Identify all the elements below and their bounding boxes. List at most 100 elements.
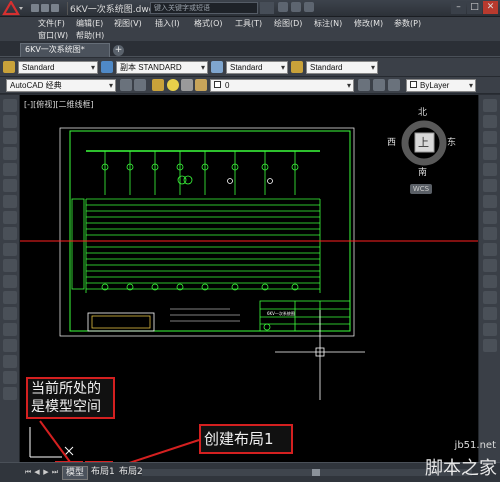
first-tab-arrow-icon[interactable]: ⏮ [24,468,32,477]
title-block-text: 6KV一次系统图 [267,310,295,316]
tab-layout1[interactable]: 布局1 [88,466,118,480]
modify-toolbar [478,95,500,462]
erase-icon[interactable] [483,99,497,112]
ellipse-arc-icon[interactable] [3,259,17,272]
menu-parametric[interactable]: 参数(P) [394,18,421,29]
next-tab-arrow-icon[interactable]: ▶ [42,468,50,477]
mtext-icon[interactable] [3,387,17,400]
arc-icon[interactable] [3,179,17,192]
extend-icon[interactable] [483,259,497,272]
signin-icon[interactable] [278,2,288,12]
open-file-icon[interactable] [41,4,49,12]
menu-insert[interactable]: 插入(I) [155,18,180,29]
rotate-icon[interactable] [483,195,497,208]
dim-style-select[interactable]: 副本 STANDARD [116,61,208,74]
gradient-icon[interactable] [3,339,17,352]
make-current-icon[interactable] [358,79,370,91]
autocad-logo-icon[interactable] [2,1,24,16]
rectangle-icon[interactable] [3,163,17,176]
menu-window[interactable]: 窗口(W) [38,30,68,41]
table-style-select[interactable]: Standard [226,61,288,74]
text-style-select[interactable]: Standard [18,61,98,74]
region-icon[interactable] [3,355,17,368]
construction-line-icon[interactable] [3,115,17,128]
table-style-icon[interactable] [211,61,223,73]
menu-help[interactable]: 帮助(H) [76,30,104,41]
stretch-icon[interactable] [483,227,497,240]
tab-current-drawing[interactable]: 6KV一次系统图* [20,43,110,57]
exchange-icon[interactable] [291,2,301,12]
circle-icon[interactable] [3,195,17,208]
prev-tab-arrow-icon[interactable]: ◀ [33,468,41,477]
menu-file[interactable]: 文件(F) [38,18,65,29]
mleader-style-select[interactable]: Standard [306,61,378,74]
spline-icon[interactable] [3,227,17,240]
viewcube-west[interactable]: 西 [387,135,396,148]
save-icon[interactable] [51,4,59,12]
break-icon[interactable] [483,275,497,288]
mirror-icon[interactable] [483,131,497,144]
line-icon[interactable] [3,99,17,112]
hatch-icon[interactable] [3,323,17,336]
scroll-thumb[interactable] [312,469,320,476]
new-tab-button[interactable]: + [113,45,124,56]
layer-properties-icon[interactable] [152,79,164,91]
lock-icon[interactable] [195,79,207,91]
viewcube-east[interactable]: 东 [447,135,456,148]
wcs-button[interactable]: WCS [410,184,432,194]
layer-select[interactable]: 0 [210,79,354,92]
trim-icon[interactable] [483,243,497,256]
join-icon[interactable] [483,291,497,304]
text-style-icon[interactable] [3,61,15,73]
help-icon[interactable] [304,2,314,12]
polyline-icon[interactable] [3,131,17,144]
chamfer-icon[interactable] [483,307,497,320]
point-icon[interactable] [3,307,17,320]
viewcube-south[interactable]: 南 [418,165,427,178]
search-icon[interactable] [260,2,274,14]
tab-model[interactable]: 模型 [62,466,89,480]
polygon-icon[interactable] [3,147,17,160]
menu-tools[interactable]: 工具(T) [235,18,262,29]
fillet-icon[interactable] [483,323,497,336]
make-block-icon[interactable] [3,291,17,304]
workspace-select[interactable]: AutoCAD 经典 [6,79,116,92]
viewcube-top[interactable]: 上 [418,134,429,150]
copy-icon[interactable] [483,115,497,128]
array-icon[interactable] [483,163,497,176]
ellipse-icon[interactable] [3,243,17,256]
close-button[interactable]: ✕ [483,1,498,14]
menu-format[interactable]: 格式(O) [194,18,223,29]
color-select[interactable]: ByLayer [406,79,476,92]
menu-view[interactable]: 视图(V) [114,18,142,29]
last-tab-arrow-icon[interactable]: ⏭ [51,468,59,477]
menu-dimension[interactable]: 标注(N) [314,18,342,29]
search-input[interactable]: 键入关键字或短语 [150,2,258,14]
lightbulb-icon[interactable] [167,79,179,91]
table-icon[interactable] [3,371,17,384]
dim-style-icon[interactable] [101,61,113,73]
maximize-button[interactable]: □ [467,1,482,14]
viewcube-north[interactable]: 北 [418,105,427,118]
freeze-icon[interactable] [181,79,193,91]
layer-state-icon[interactable] [388,79,400,91]
menu-draw[interactable]: 绘图(D) [274,18,302,29]
mleader-style-icon[interactable] [291,61,303,73]
workspace-settings-icon[interactable] [120,79,132,91]
watermark-name: 脚本之家 [425,458,497,479]
layer-previous-icon[interactable] [373,79,385,91]
offset-icon[interactable] [483,147,497,160]
explode-icon[interactable] [483,339,497,352]
minimize-button[interactable]: – [451,1,466,14]
workspace-switch-icon[interactable] [134,79,146,91]
horizontal-scrollbar[interactable] [142,469,472,476]
menu-edit[interactable]: 编辑(E) [76,18,103,29]
new-file-icon[interactable] [31,4,39,12]
menu-modify[interactable]: 修改(M) [354,18,383,29]
insert-block-icon[interactable] [3,275,17,288]
menu-bar: 文件(F) 编辑(E) 视图(V) 插入(I) 格式(O) 工具(T) 绘图(D… [0,17,500,41]
revcloud-icon[interactable] [3,211,17,224]
scale-icon[interactable] [483,211,497,224]
layers-toolbar: AutoCAD 经典 0 ByLayer [0,77,500,94]
move-icon[interactable] [483,179,497,192]
